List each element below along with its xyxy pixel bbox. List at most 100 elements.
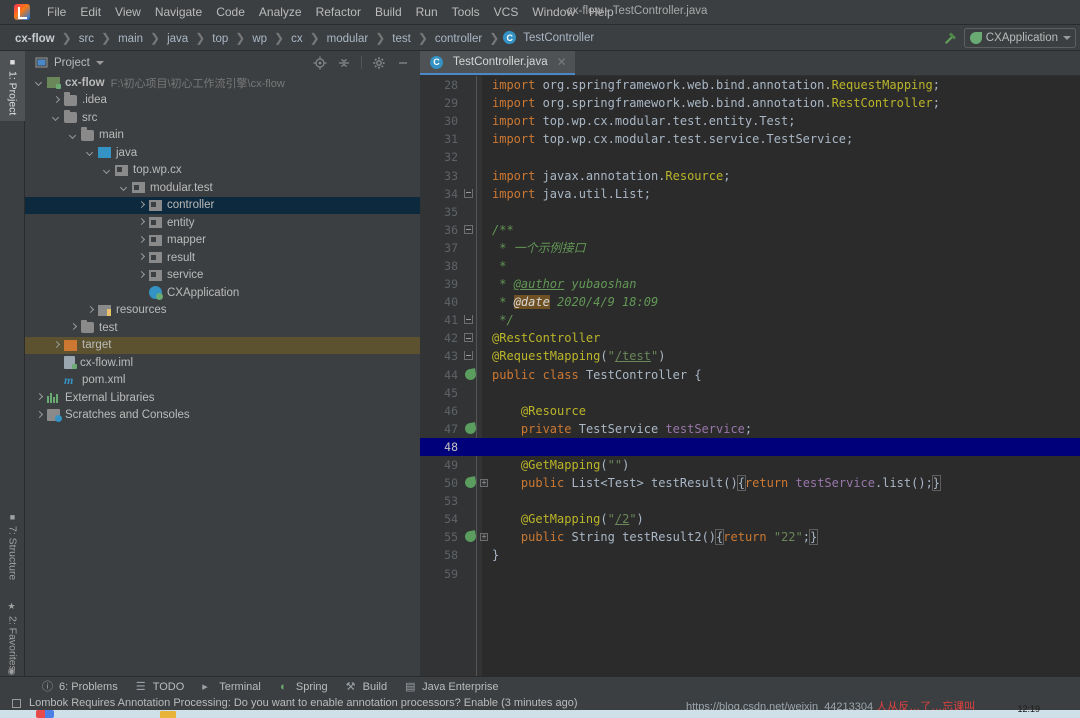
code-line[interactable]: 33import javax.annotation.Resource; [420, 166, 1080, 184]
minimize-icon[interactable] [396, 56, 410, 70]
chevron-right-icon[interactable] [137, 201, 146, 210]
breadcrumb-item-wp[interactable]: wp [249, 32, 270, 46]
line-number[interactable]: 31 [420, 132, 464, 146]
code-line[interactable]: 40 * @date 2020/4/9 18:09 [420, 293, 1080, 311]
gutter-marker[interactable] [464, 402, 482, 420]
fold-expand-icon[interactable]: + [480, 533, 488, 541]
tree-row[interactable]: External Libraries [25, 389, 420, 407]
chevron-down-icon[interactable] [96, 61, 104, 65]
tree-row[interactable]: src [25, 109, 420, 127]
bottom-tool-terminal[interactable]: ▸Terminal [202, 681, 261, 693]
code-viewport[interactable]: 28import org.springframework.web.bind.an… [420, 76, 1080, 676]
tree-row[interactable]: .idea [25, 92, 420, 110]
tree-row[interactable]: result [25, 249, 420, 267]
locate-icon[interactable] [313, 56, 327, 70]
bottom-tool-6--problems[interactable]: ⓘ6: Problems [42, 681, 118, 693]
chevron-right-icon[interactable] [52, 341, 61, 350]
code-line[interactable]: 28import org.springframework.web.bind.an… [420, 76, 1080, 94]
chevron-down-icon[interactable] [86, 148, 95, 157]
code-line[interactable]: 46 @Resource [420, 402, 1080, 420]
taskbar-app-icon-2[interactable] [160, 711, 176, 718]
line-number[interactable]: 58 [420, 548, 464, 562]
menu-item-run[interactable]: Run [409, 2, 445, 22]
breadcrumb-item-modular[interactable]: modular [324, 32, 372, 46]
line-number[interactable]: 37 [420, 241, 464, 255]
code-line[interactable]: 39 * @author yubaoshan [420, 275, 1080, 293]
breadcrumb-item-src[interactable]: src [76, 32, 97, 46]
code-line[interactable]: 41 */ [420, 311, 1080, 329]
gutter-marker[interactable] [464, 293, 482, 311]
fold-marker-icon[interactable] [464, 351, 473, 360]
tree-row[interactable]: cx-flow.iml [25, 354, 420, 372]
code-line[interactable]: 54 @GetMapping("/2") [420, 510, 1080, 528]
menu-item-analyze[interactable]: Analyze [252, 2, 309, 22]
gutter-marker[interactable] [464, 148, 482, 166]
gutter-marker[interactable] [464, 565, 482, 583]
line-number[interactable]: 38 [420, 259, 464, 273]
line-number[interactable]: 29 [420, 96, 464, 110]
tree-row[interactable]: top.wp.cx [25, 162, 420, 180]
spring-bean-icon[interactable] [464, 531, 477, 544]
gutter-marker[interactable] [464, 347, 482, 365]
line-number[interactable]: 50 [420, 476, 464, 490]
tree-row[interactable]: CXApplication [25, 284, 420, 302]
code-line[interactable]: 30import top.wp.cx.modular.test.entity.T… [420, 112, 1080, 130]
tree-row[interactable]: Scratches and Consoles [25, 407, 420, 425]
line-number[interactable]: 55 [420, 530, 464, 544]
tree-row[interactable]: modular.test [25, 179, 420, 197]
code-line[interactable]: 44public class TestController { [420, 366, 1080, 384]
code-line[interactable]: 47 private TestService testService; [420, 420, 1080, 438]
chevron-down-icon[interactable] [120, 183, 129, 192]
tool-tab-7--structure[interactable]: ■7: Structure [0, 506, 25, 586]
code-line[interactable]: 43@RequestMapping("/test") [420, 347, 1080, 365]
bottom-tool-java-enterprise[interactable]: ▤Java Enterprise [405, 681, 498, 693]
code-line[interactable]: 37 * 一个示例接口 [420, 239, 1080, 257]
tree-row[interactable]: main [25, 127, 420, 145]
line-number[interactable]: 39 [420, 277, 464, 291]
collapse-all-icon[interactable] [337, 56, 351, 70]
line-number[interactable]: 43 [420, 349, 464, 363]
menu-item-tools[interactable]: Tools [445, 2, 487, 22]
tree-row[interactable]: entity [25, 214, 420, 232]
line-number[interactable]: 32 [420, 150, 464, 164]
breadcrumb-item-cx[interactable]: cx [288, 32, 306, 46]
breadcrumb-item-main[interactable]: main [115, 32, 146, 46]
line-number[interactable]: 41 [420, 313, 464, 327]
taskbar-app-icon-1[interactable] [36, 710, 54, 718]
gutter-marker[interactable] [464, 420, 482, 438]
menu-item-code[interactable]: Code [209, 2, 252, 22]
menu-item-refactor[interactable]: Refactor [309, 2, 368, 22]
code-line[interactable]: 48 [420, 438, 1080, 456]
gutter-marker[interactable] [464, 239, 482, 257]
tree-row[interactable]: target [25, 337, 420, 355]
hammer-icon[interactable] [942, 30, 958, 46]
gutter-marker[interactable] [464, 311, 482, 329]
menu-item-build[interactable]: Build [368, 2, 409, 22]
line-number[interactable]: 48 [420, 440, 464, 454]
line-number[interactable]: 49 [420, 458, 464, 472]
code-line[interactable]: 50+ public List<Test> testResult(){retur… [420, 474, 1080, 492]
breadcrumb-item-controller[interactable]: controller [432, 32, 485, 46]
code-line[interactable]: 55+ public String testResult2(){return "… [420, 528, 1080, 546]
fold-marker-icon[interactable] [464, 315, 473, 324]
menu-item-view[interactable]: View [108, 2, 148, 22]
code-line[interactable]: 31import top.wp.cx.modular.test.service.… [420, 130, 1080, 148]
code-line[interactable]: 34import java.util.List; [420, 185, 1080, 203]
line-number[interactable]: 33 [420, 169, 464, 183]
breadcrumb-item-top[interactable]: top [209, 32, 231, 46]
fold-marker-icon[interactable] [464, 333, 473, 342]
gutter-marker[interactable] [464, 510, 482, 528]
fold-expand-icon[interactable]: + [480, 479, 488, 487]
chevron-down-icon[interactable] [69, 131, 78, 140]
line-number[interactable]: 46 [420, 404, 464, 418]
gutter-marker[interactable] [464, 221, 482, 239]
menu-item-navigate[interactable]: Navigate [148, 2, 209, 22]
breadcrumb-item-test[interactable]: test [389, 32, 414, 46]
breadcrumb-item-testcontroller[interactable]: TestController [520, 31, 597, 45]
code-line[interactable]: 32 [420, 148, 1080, 166]
code-line[interactable]: 42@RestController [420, 329, 1080, 347]
editor-tab-testcontroller[interactable]: C TestController.java ✕ [420, 51, 575, 75]
line-number[interactable]: 35 [420, 205, 464, 219]
chevron-right-icon[interactable] [69, 323, 78, 332]
code-line[interactable]: 45 [420, 384, 1080, 402]
